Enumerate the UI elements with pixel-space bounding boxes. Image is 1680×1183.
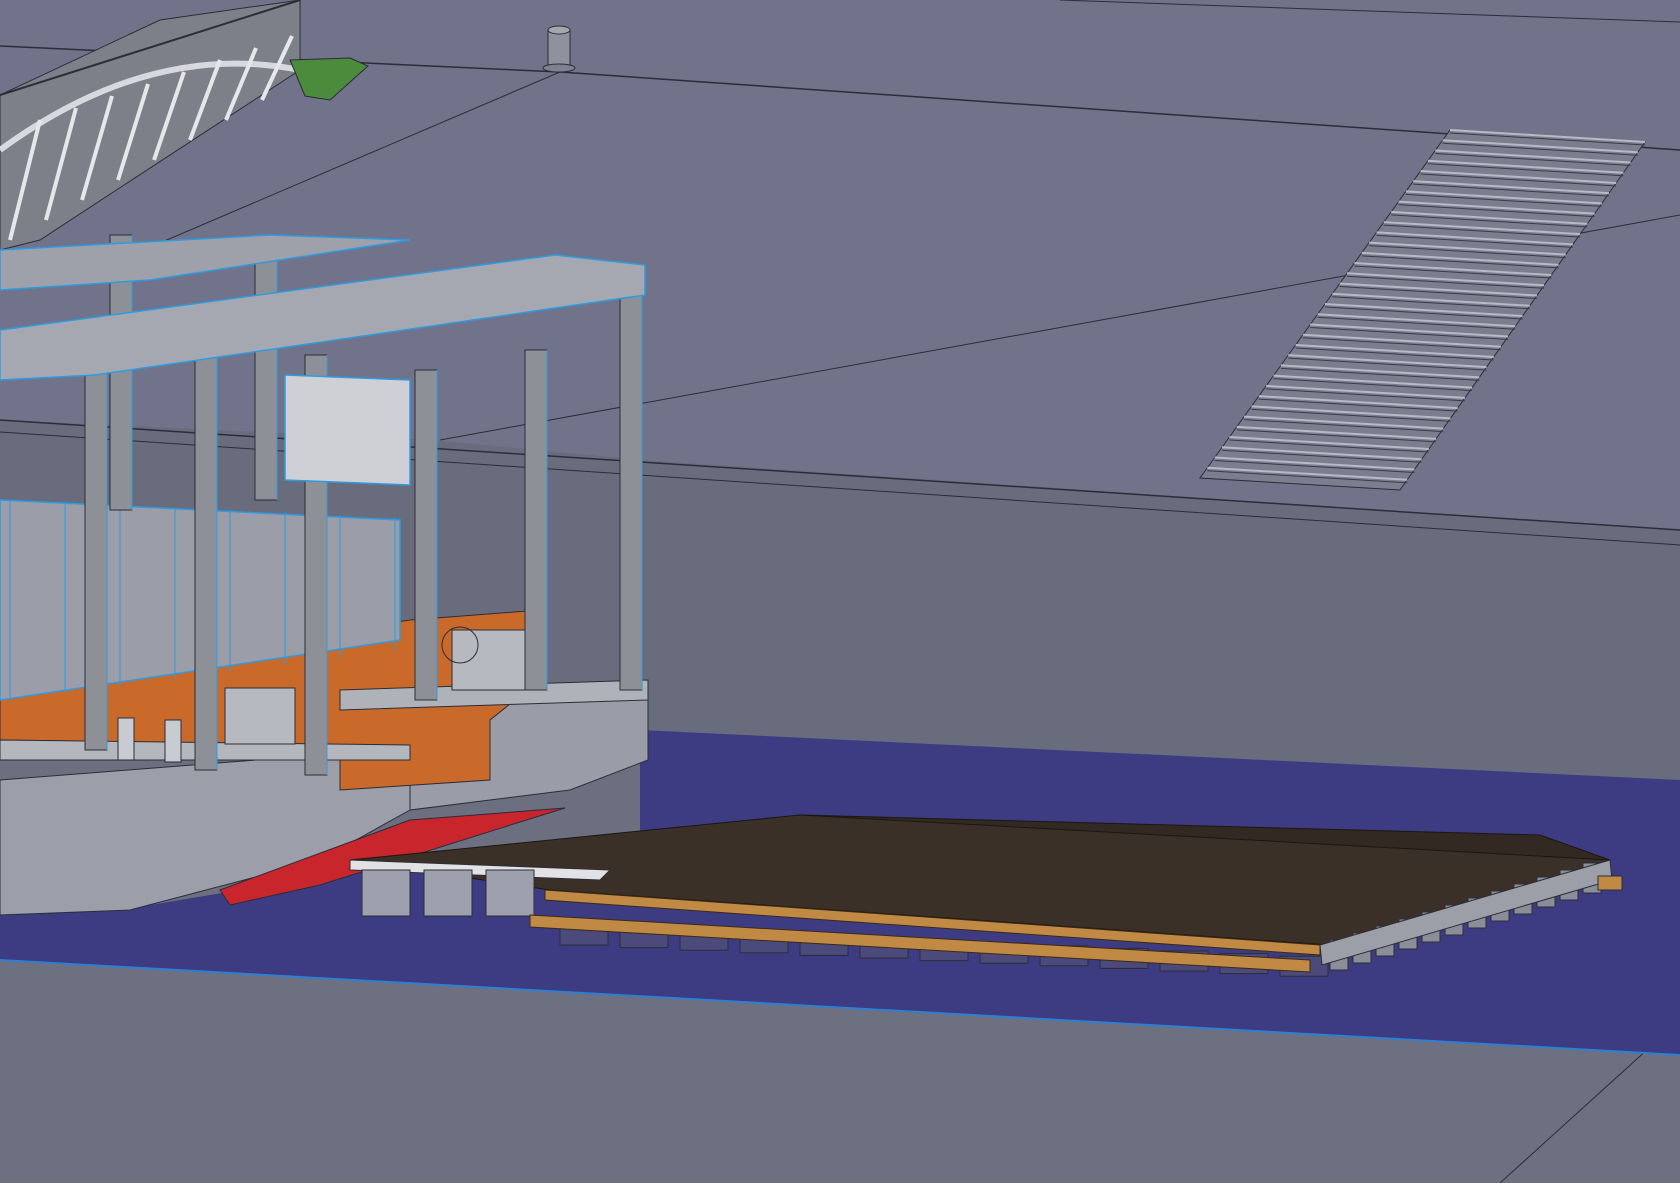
cad-viewport[interactable] (0, 0, 1680, 1183)
dock-end-bracket (1597, 875, 1623, 891)
frame-post (194, 349, 218, 771)
float-block-gangway (485, 869, 535, 917)
bollard-post (542, 25, 576, 73)
frame-post (84, 344, 108, 751)
mooring-post-2 (164, 719, 182, 763)
cad-model-render (0, 0, 1680, 1183)
canopy-light-panel (284, 374, 411, 486)
frame-post (254, 244, 278, 501)
winch-housing-1 (224, 687, 296, 745)
float-block-gangway (423, 869, 473, 917)
mooring-post-1 (117, 717, 135, 761)
frame-post (619, 264, 643, 691)
winch-housing-2 (451, 629, 533, 691)
frame-post (414, 369, 438, 701)
frame-post (524, 349, 548, 691)
float-block-gangway (361, 869, 411, 917)
